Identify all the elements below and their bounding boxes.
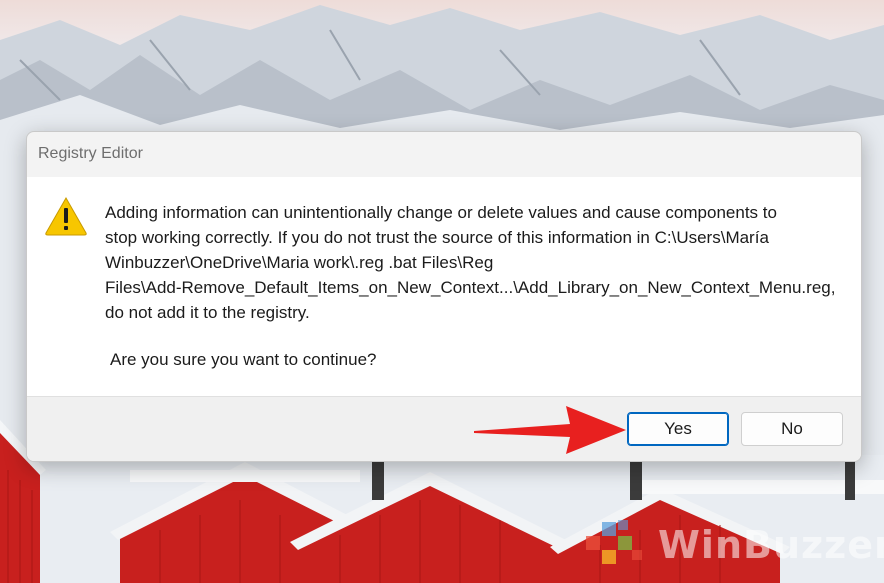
message-line: stop working correctly. If you do not tr… <box>105 228 769 247</box>
message-line: Winbuzzer\OneDrive\Maria work\.reg .bat … <box>105 253 494 272</box>
confirm-question: Are you sure you want to continue? <box>110 350 377 369</box>
dialog-title: Registry Editor <box>38 145 143 162</box>
yes-button[interactable]: Yes <box>627 412 729 446</box>
message-line: do not add it to the registry. <box>105 303 310 322</box>
watermark-text: WinBuzzer <box>658 523 884 567</box>
winbuzzer-watermark: WinBuzzer <box>582 512 884 578</box>
warning-message: Adding information can unintentionally c… <box>105 200 853 325</box>
registry-editor-dialog: Registry Editor Adding information can u… <box>26 131 862 462</box>
message-line: Adding information can unintentionally c… <box>105 203 777 222</box>
dialog-footer: Yes No <box>27 396 861 461</box>
red-arrow-icon <box>474 406 626 454</box>
dialog-content: Adding information can unintentionally c… <box>27 177 861 396</box>
no-button[interactable]: No <box>741 412 843 446</box>
message-line: Files\Add-Remove_Default_Items_on_New_Co… <box>105 278 836 297</box>
warning-icon <box>45 196 87 236</box>
winbuzzer-logo-icon <box>586 520 642 564</box>
title-bar[interactable]: Registry Editor <box>27 132 861 176</box>
